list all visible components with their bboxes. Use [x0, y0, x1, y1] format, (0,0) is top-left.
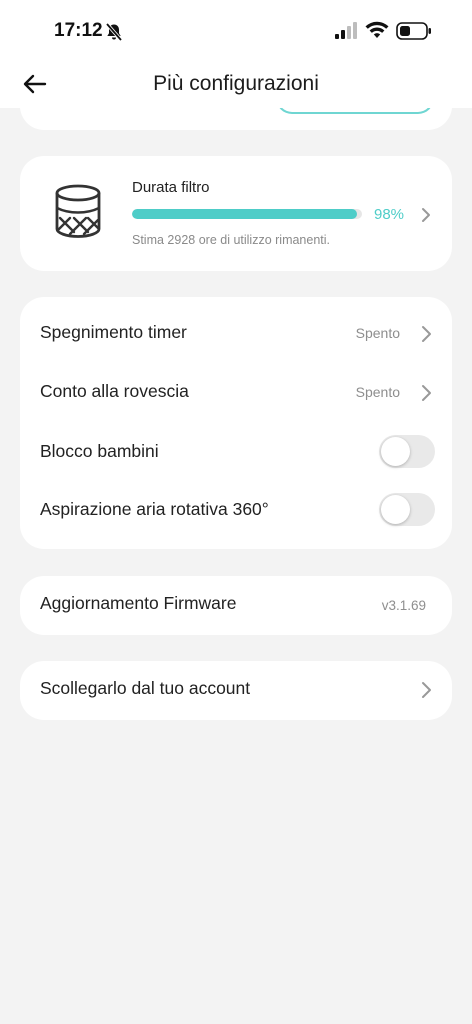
unlink-account-card[interactable]: Scollegarlo dal tuo account [20, 661, 452, 720]
settings-card: Spegnimento timer Spento Conto alla rove… [20, 297, 452, 549]
filter-percent: 98% [374, 206, 405, 223]
status-time: 17:12 [54, 20, 103, 41]
timer-off-label: Spegnimento timer [40, 322, 187, 342]
firmware-version: v3.1.69 [381, 598, 426, 613]
chevron-right-icon [422, 208, 430, 222]
filter-estimate-text: Stima 2928 ore di utilizzo rimanenti. [132, 233, 331, 247]
rotation-row: Aspirazione aria rotativa 360° [20, 482, 452, 540]
timer-off-value: Spento [355, 325, 400, 341]
countdown-label: Conto alla rovescia [40, 381, 189, 401]
rotation-label: Aspirazione aria rotativa 360° [40, 499, 269, 519]
child-lock-label: Blocco bambini [40, 441, 159, 461]
filter-progress-fill [132, 209, 358, 219]
unlink-account-label: Scollegarlo dal tuo account [40, 678, 251, 698]
rotation-toggle[interactable] [379, 493, 435, 526]
wifi-icon [365, 21, 389, 38]
toggle-knob [381, 437, 410, 466]
status-bar: 17:12 [0, 0, 472, 60]
child-lock-row: Blocco bambini [20, 424, 452, 482]
timer-off-row[interactable]: Spegnimento timer Spento [20, 305, 452, 363]
firmware-card[interactable]: Aggiornamento Firmware v3.1.69 [20, 576, 452, 635]
filter-progress-bar [132, 209, 362, 219]
signal-icon [335, 22, 357, 39]
page-title: Più configurazioni [153, 72, 319, 95]
filter-icon [55, 184, 101, 238]
app-header: Più configurazioni [0, 60, 472, 108]
chevron-right-icon [422, 682, 431, 698]
filter-life-label: Durata filtro [132, 179, 210, 196]
toggle-knob [381, 495, 410, 524]
chevron-right-icon [422, 326, 431, 342]
bell-slash-icon [105, 22, 123, 42]
chevron-right-icon [422, 385, 431, 401]
battery-icon [396, 22, 431, 40]
filter-life-card[interactable]: Durata filtro 98% Stima 2928 ore di util… [20, 156, 452, 271]
firmware-label: Aggiornamento Firmware [40, 593, 237, 613]
countdown-row[interactable]: Conto alla rovescia Spento [20, 364, 452, 422]
child-lock-toggle[interactable] [379, 435, 435, 468]
countdown-value: Spento [355, 384, 400, 400]
